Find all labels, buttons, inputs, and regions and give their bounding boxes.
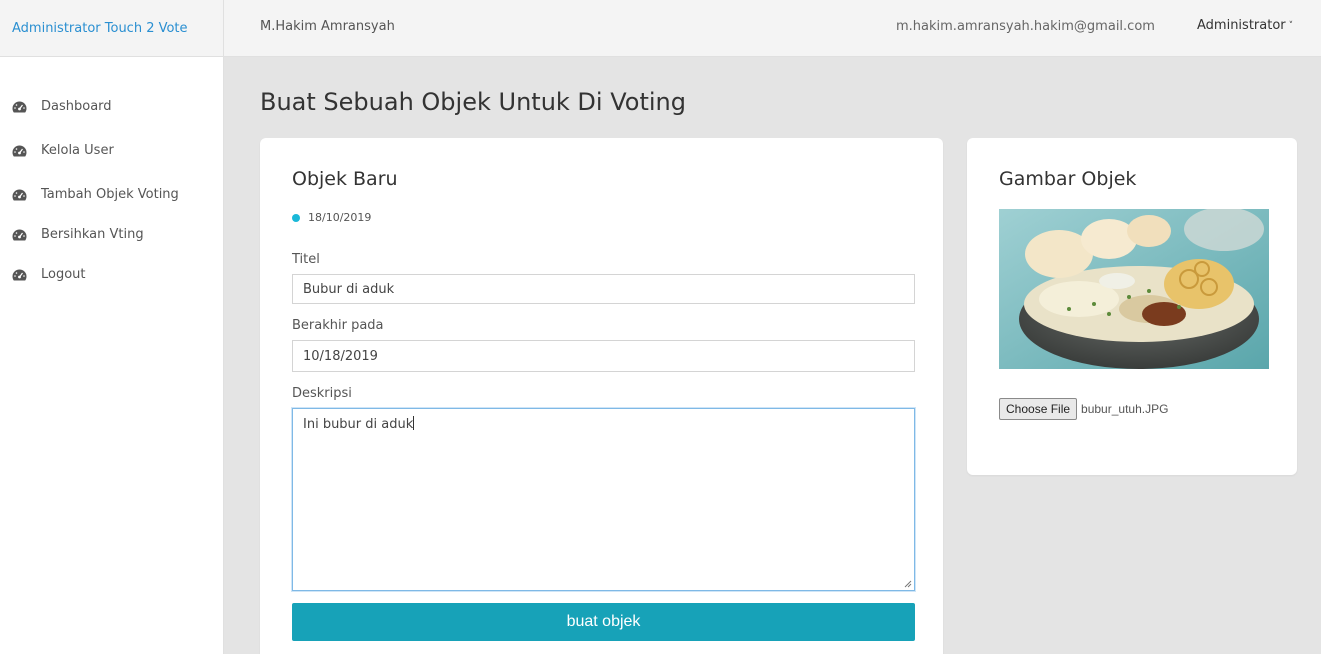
- choose-file-button[interactable]: Choose File: [999, 398, 1078, 420]
- end-date-value[interactable]: 10/18/2019: [303, 349, 378, 364]
- titel-label: Titel: [292, 252, 320, 267]
- titel-value[interactable]: Bubur di aduk: [303, 282, 394, 297]
- sidebar-item-kelola-user[interactable]: Kelola User: [12, 143, 114, 158]
- brand-title[interactable]: Administrator Touch 2 Vote: [12, 21, 188, 36]
- new-object-card: Objek Baru 18/10/2019 Titel Bubur di adu…: [260, 138, 943, 654]
- username: M.Hakim Amransyah: [260, 19, 395, 34]
- role-dropdown[interactable]: Administrator ˅: [1197, 18, 1293, 33]
- sidebar-item-label[interactable]: Dashboard: [41, 99, 112, 114]
- titel-input[interactable]: Bubur di aduk: [292, 274, 915, 304]
- page-title: Buat Sebuah Objek Untuk Di Voting: [260, 88, 686, 116]
- description-value[interactable]: Ini bubur di aduk: [303, 417, 413, 432]
- top-bar: M.Hakim Amransyah m.hakim.amransyah.haki…: [224, 0, 1321, 57]
- sidebar-item-bersihkan-vting[interactable]: Bersihkan Vting: [12, 227, 144, 242]
- dashboard-icon: [12, 189, 27, 201]
- sidebar-item-logout[interactable]: Logout: [12, 267, 86, 282]
- user-email: m.hakim.amransyah.hakim@gmail.com: [896, 19, 1155, 34]
- sidebar-item-dashboard[interactable]: Dashboard: [12, 99, 112, 114]
- role-label[interactable]: Administrator: [1197, 18, 1286, 33]
- brand[interactable]: Administrator Touch 2 Vote: [0, 0, 224, 57]
- create-object-button[interactable]: buat objek: [292, 603, 915, 641]
- sidebar-item-label[interactable]: Kelola User: [41, 143, 114, 158]
- text-cursor: [413, 416, 415, 430]
- resize-grip-icon[interactable]: [904, 580, 912, 588]
- dashboard-icon: [12, 101, 27, 113]
- chevron-down-icon[interactable]: ˅: [1289, 21, 1294, 31]
- date-row: 18/10/2019: [292, 211, 371, 224]
- object-image-card: Gambar Objek Choose File bubur_utuh.JPG: [967, 138, 1297, 475]
- dashboard-icon: [12, 229, 27, 241]
- description-textarea[interactable]: Ini bubur di aduk: [292, 408, 915, 591]
- sidebar-item-label[interactable]: Tambah Objek Voting: [41, 187, 179, 202]
- status-dot-icon: [292, 213, 300, 222]
- object-image: [999, 209, 1269, 369]
- sidebar-item-label[interactable]: Logout: [41, 267, 86, 282]
- card-title: Objek Baru: [292, 168, 398, 190]
- dashboard-icon: [12, 145, 27, 157]
- dashboard-icon: [12, 269, 27, 281]
- image-card-title: Gambar Objek: [999, 168, 1137, 190]
- sidebar: Dashboard Kelola User Tambah Objek Votin…: [0, 57, 224, 654]
- sidebar-item-label[interactable]: Bersihkan Vting: [41, 227, 144, 242]
- deskripsi-label: Deskripsi: [292, 386, 352, 401]
- sidebar-item-tambah-objek-voting[interactable]: Tambah Objek Voting: [12, 187, 179, 202]
- file-name: bubur_utuh.JPG: [1081, 402, 1169, 416]
- file-input[interactable]: Choose File bubur_utuh.JPG: [999, 398, 1168, 420]
- form-date: 18/10/2019: [308, 211, 372, 224]
- berakhir-label: Berakhir pada: [292, 318, 384, 333]
- end-date-input[interactable]: 10/18/2019: [292, 340, 915, 372]
